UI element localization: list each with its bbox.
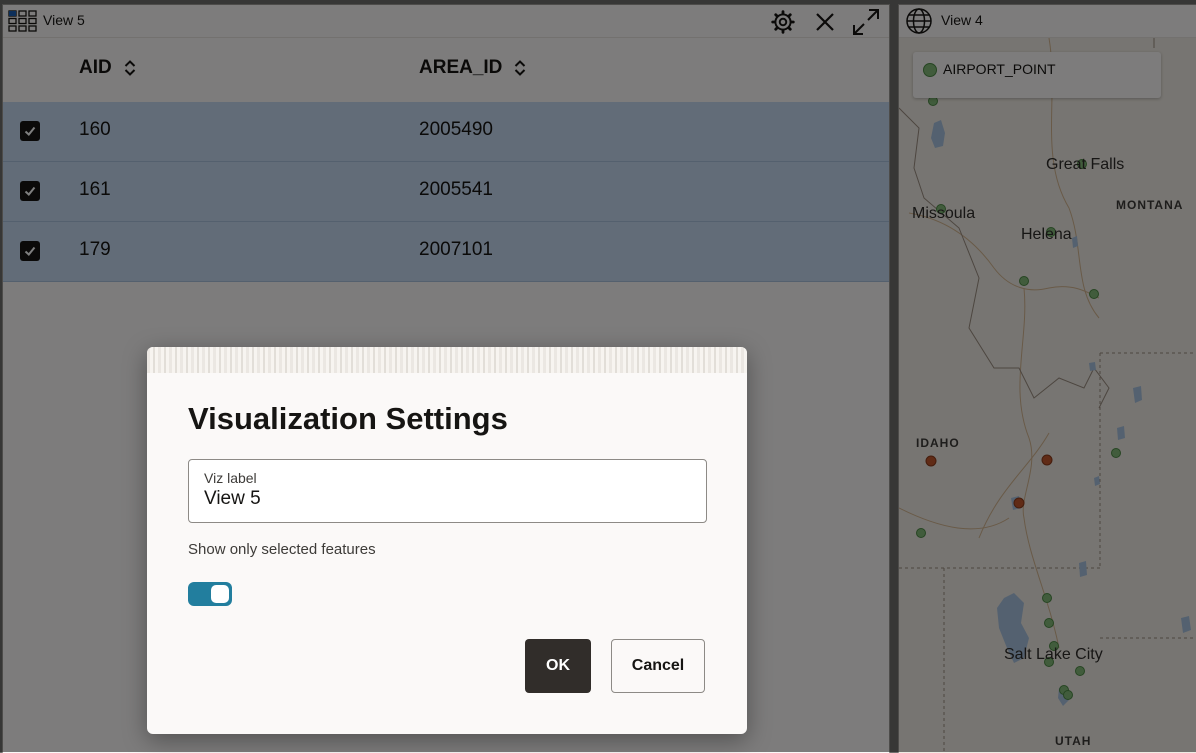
- ok-button[interactable]: OK: [525, 639, 591, 693]
- show-selected-label: Show only selected features: [188, 541, 376, 558]
- viz-label-input[interactable]: [204, 488, 684, 510]
- switch-knob: [211, 585, 229, 603]
- dialog-title: Visualization Settings: [188, 401, 508, 437]
- show-selected-switch[interactable]: [188, 582, 232, 606]
- cancel-button[interactable]: Cancel: [611, 639, 705, 693]
- visualization-settings-dialog: Visualization Settings Viz label Show on…: [147, 347, 747, 734]
- viz-label-field-label: Viz label: [204, 470, 257, 486]
- viz-label-field[interactable]: Viz label: [188, 459, 707, 523]
- dialog-header-texture: [147, 347, 747, 373]
